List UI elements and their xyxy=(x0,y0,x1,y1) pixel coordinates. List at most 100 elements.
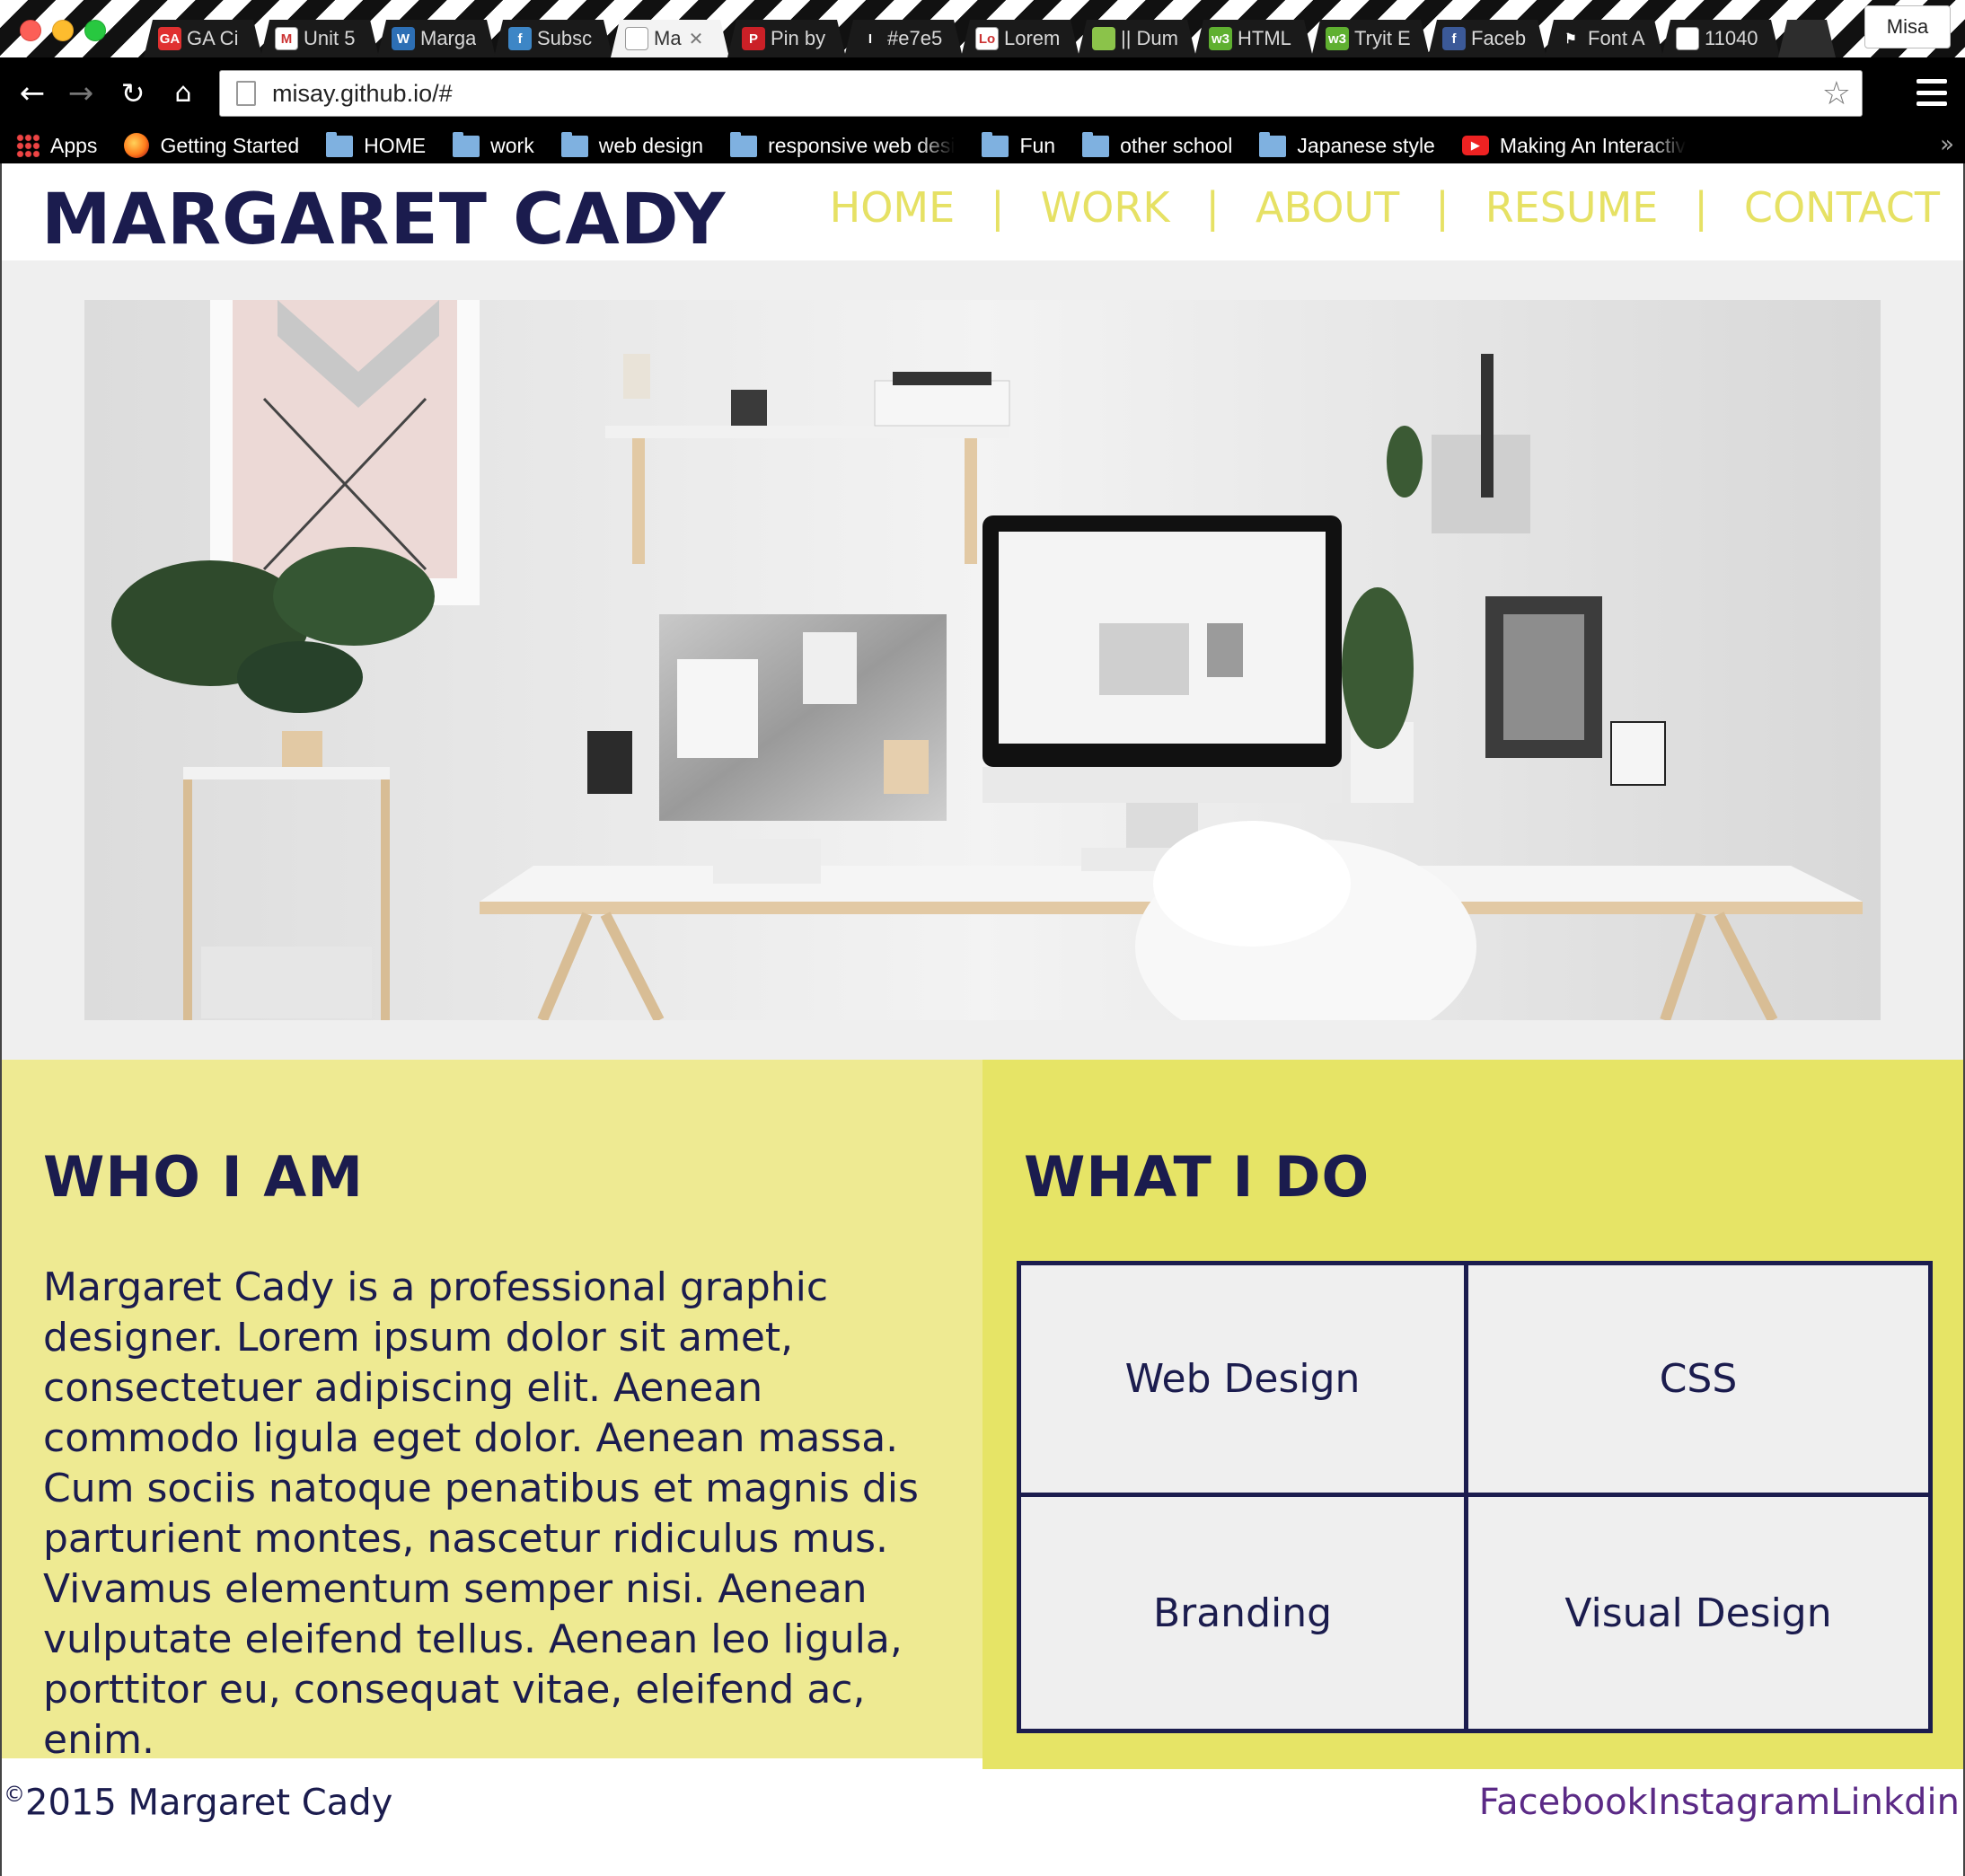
copyright-symbol: © xyxy=(4,1782,25,1807)
bookmark-item[interactable]: other school xyxy=(1082,132,1232,158)
linkedin-link[interactable]: Linkdin xyxy=(1830,1782,1960,1823)
page-icon xyxy=(236,81,256,106)
browser-tab[interactable]: P Pin by xyxy=(727,20,846,57)
skill-visual-design: Visual Design xyxy=(1564,1590,1832,1636)
facebook-link[interactable]: Facebook xyxy=(1479,1782,1648,1823)
flag-icon: ⚑ xyxy=(1559,27,1582,50)
bookmark-item[interactable]: HOME xyxy=(326,132,426,158)
bookmark-item[interactable]: responsive web desi xyxy=(730,132,955,158)
address-bar[interactable]: misay.github.io/# ☆ xyxy=(219,70,1863,117)
skill-web-design: Web Design xyxy=(1021,1265,1468,1497)
facebook-icon: f xyxy=(1442,27,1466,50)
bookmark-item[interactable]: work xyxy=(453,132,534,158)
url-text: misay.github.io/# xyxy=(272,79,453,107)
page-viewport: MARGARET CADY HOME | WORK | ABOUT | RESUME | CON… xyxy=(0,163,1965,1876)
nav-link-home[interactable]: HOME xyxy=(830,183,956,232)
browser-tab[interactable]: I #e7e5 xyxy=(844,20,963,57)
profile-button[interactable]: Misa xyxy=(1864,5,1951,48)
tab-title: Unit 5 xyxy=(304,27,356,49)
reload-button[interactable]: ↻ xyxy=(115,75,151,111)
bookmarks-overflow-icon[interactable]: » xyxy=(1940,131,1954,158)
skills-grid: Web Design CSS Branding Visual Design xyxy=(1017,1261,1933,1733)
folder-icon xyxy=(1259,132,1287,157)
bookmark-label: web design xyxy=(598,133,704,157)
tab-title: 11040 xyxy=(1705,27,1758,49)
bookmarks-bar: Apps Getting Started HOME work web design res… xyxy=(0,128,1965,163)
bookmark-item[interactable]: ▶ Making An Interactiv xyxy=(1461,133,1686,158)
tab-title: Ma xyxy=(654,27,682,49)
instagram-link[interactable]: Instagram xyxy=(1648,1782,1831,1823)
browser-tab[interactable]: ⚑ Font A xyxy=(1545,20,1663,57)
nav-separator: | xyxy=(1205,183,1220,232)
skill-branding: Branding xyxy=(1021,1497,1468,1729)
site-header: MARGARET CADY HOME | WORK | ABOUT | RESUME | CON… xyxy=(2,163,1963,260)
site-nav: HOME | WORK | ABOUT | RESUME | CONTACT xyxy=(830,183,1940,232)
bookmark-label: Making An Interactiv xyxy=(1499,133,1686,157)
tab-title: #e7e5 xyxy=(887,27,943,49)
hero-section xyxy=(2,260,1963,1060)
browser-tab[interactable]: Lo Lorem xyxy=(961,20,1079,57)
page-icon xyxy=(1676,27,1699,50)
browser-tab[interactable]: 11040 xyxy=(1661,20,1780,57)
nav-link-about[interactable]: ABOUT xyxy=(1256,183,1399,232)
tab-title: Marga xyxy=(420,27,477,49)
bookmark-item[interactable]: Fun xyxy=(982,132,1055,158)
forward-button[interactable]: → xyxy=(63,75,99,111)
nav-separator: | xyxy=(1694,183,1708,232)
browser-tab[interactable]: W Marga xyxy=(377,20,496,57)
nav-link-work[interactable]: WORK xyxy=(1041,183,1170,232)
firefox-icon xyxy=(124,133,150,158)
nav-link-resume[interactable]: RESUME xyxy=(1485,183,1659,232)
browser-tab-strip: GA GA Ci M Unit 5 W Marga f Subsc Ma ✕ P Pin by I #e7… xyxy=(0,0,1965,57)
hero-image xyxy=(84,300,1881,1020)
close-tab-icon[interactable]: ✕ xyxy=(689,28,704,50)
pin-icon: I xyxy=(859,27,882,50)
bookmark-label: Getting Started xyxy=(160,133,300,157)
tab-title: GA Ci xyxy=(187,27,239,49)
site-title[interactable]: MARGARET CADY xyxy=(41,180,726,260)
browser-tab[interactable]: w3 HTML xyxy=(1194,20,1313,57)
browser-tab[interactable]: w3 Tryit E xyxy=(1311,20,1430,57)
bookmark-label: Apps xyxy=(50,133,98,157)
w3-icon: w3 xyxy=(1209,27,1232,50)
browser-toolbar: ← → ↻ ⌂ misay.github.io/# ☆ xyxy=(0,57,1965,128)
what-i-do-section: WHAT I DO Web Design CSS Branding Visual… xyxy=(982,1060,1963,1769)
bookmark-label: work xyxy=(490,133,534,157)
browser-tab[interactable]: M Unit 5 xyxy=(260,20,379,57)
home-button[interactable]: ⌂ xyxy=(165,75,201,111)
who-i-am-heading: WHO I AM xyxy=(43,1144,364,1210)
bookmark-item[interactable]: Getting Started xyxy=(124,133,299,158)
browser-tab[interactable]: Ma ✕ xyxy=(611,20,729,57)
zoom-window-button[interactable] xyxy=(84,20,106,41)
folder-icon xyxy=(326,132,354,157)
ga-icon: GA xyxy=(158,27,181,50)
nav-link-contact[interactable]: CONTACT xyxy=(1744,183,1940,232)
bookmark-item[interactable]: web design xyxy=(560,132,704,158)
what-i-do-heading: WHAT I DO xyxy=(1024,1144,1370,1210)
minimize-window-button[interactable] xyxy=(52,20,74,41)
nav-separator: | xyxy=(991,183,1005,232)
tab-title: Pin by xyxy=(771,27,826,49)
bookmark-item[interactable]: Apps xyxy=(16,134,97,158)
browser-tab[interactable]: GA GA Ci xyxy=(144,20,262,57)
new-tab-button[interactable] xyxy=(1778,20,1836,57)
browser-tab[interactable]: f Faceb xyxy=(1428,20,1546,57)
back-button[interactable]: ← xyxy=(14,75,50,111)
bookmark-item[interactable]: Japanese style xyxy=(1259,132,1435,158)
w3-icon: w3 xyxy=(1326,27,1349,50)
tab-title: Subsc xyxy=(537,27,593,49)
folder-icon xyxy=(1082,132,1110,157)
menu-icon[interactable] xyxy=(1917,79,1947,106)
bookmark-star-icon[interactable]: ☆ xyxy=(1822,76,1851,112)
close-window-button[interactable] xyxy=(20,20,41,41)
copyright: ©2015 Margaret Cady xyxy=(4,1782,392,1823)
folder-icon xyxy=(560,132,588,157)
window-controls xyxy=(20,20,106,41)
browser-tab[interactable]: || Dum xyxy=(1078,20,1196,57)
wordpress-icon: W xyxy=(392,27,415,50)
skill-css: CSS xyxy=(1468,1265,1928,1497)
site-footer: ©2015 Margaret Cady Facebook Instagram L… xyxy=(2,1771,1963,1876)
tab-title: Faceb xyxy=(1471,27,1527,49)
browser-tab[interactable]: f Subsc xyxy=(494,20,612,57)
tab-title: Font A xyxy=(1588,27,1645,49)
